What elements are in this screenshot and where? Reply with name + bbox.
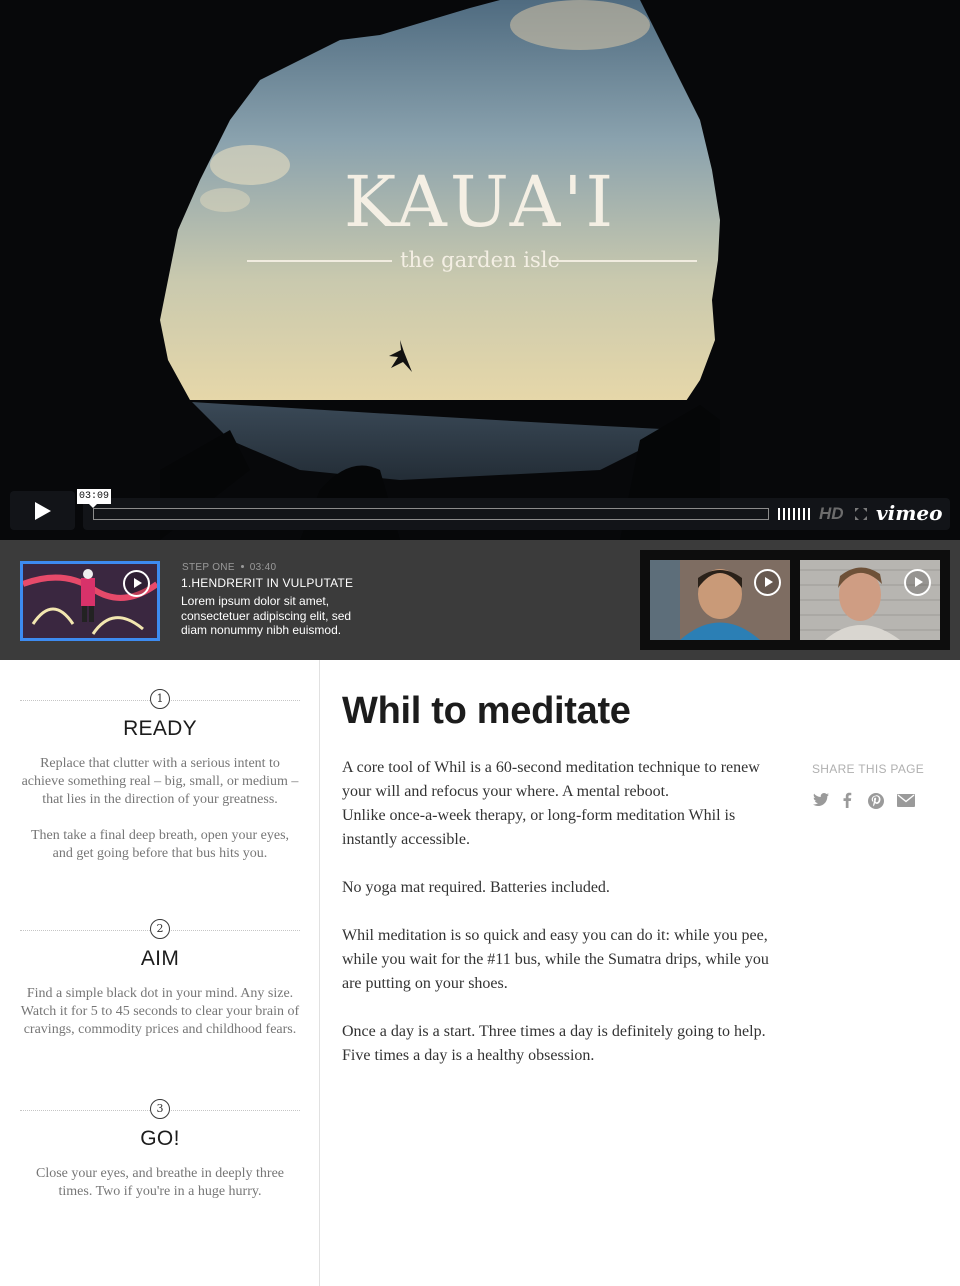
paragraph: A core tool of Whil is a 60-second medit… [342, 759, 760, 800]
play-icon [123, 570, 150, 597]
play-button[interactable] [10, 491, 75, 530]
playlist-upcoming [640, 550, 950, 650]
time-tooltip: 03:09 [77, 489, 111, 508]
steps-sidebar: 1 READY Replace that clutter with a seri… [0, 660, 320, 1286]
share-icons [812, 792, 922, 812]
paragraph: Whil meditation is so quick and easy you… [342, 927, 769, 992]
play-icon [754, 569, 781, 596]
playlist-item-description: Lorem ipsum dolor sit amet, consectetuer… [181, 594, 352, 637]
paragraph: Once a day is a start. Three times a day… [342, 1023, 766, 1064]
twitter-icon[interactable] [812, 792, 830, 808]
playlist-thumb-boy[interactable] [650, 560, 790, 640]
video-subtitle: the garden isle [400, 248, 560, 272]
step-ready: 1 READY Replace that clutter with a seri… [20, 689, 300, 863]
playlist-thumb-man[interactable] [800, 560, 940, 640]
video-player[interactable]: KAUA'I the garden isle HD vimeo 03:09 [0, 0, 960, 540]
step-heading: READY [123, 717, 197, 740]
article-body: A core tool of Whil is a 60-second medit… [342, 756, 782, 1068]
fullscreen-icon[interactable] [854, 507, 868, 521]
email-icon[interactable] [897, 794, 915, 807]
paragraph: Unlike once-a-week therapy, or long-form… [342, 807, 736, 848]
step-text: Then take a final deep breath, open your… [30, 828, 290, 861]
volume-icon[interactable] [778, 508, 812, 520]
step-number: 2 [150, 919, 170, 939]
step-go: 3 GO! Close your eyes, and breathe in de… [20, 1099, 300, 1201]
pinterest-icon[interactable] [867, 792, 885, 810]
facebook-icon[interactable] [842, 792, 852, 808]
step-text: Find a simple black dot in your mind. An… [20, 986, 300, 1037]
vimeo-logo[interactable]: vimeo [876, 501, 942, 525]
paragraph: No yoga mat required. Batteries included… [342, 879, 610, 896]
progress-bar[interactable] [93, 508, 769, 520]
page-title: Whil to meditate [342, 690, 631, 732]
title-rule-right [552, 260, 697, 262]
playlist-meta: STEP ONE 03:40 [182, 562, 276, 573]
playlist-thumb-active[interactable] [20, 561, 160, 641]
play-icon [904, 569, 931, 596]
step-heading: AIM [140, 947, 180, 970]
share-label: SHARE THIS PAGE [812, 762, 925, 776]
step-text: Replace that clutter with a serious inte… [21, 756, 299, 807]
step-heading: GO! [140, 1127, 180, 1150]
step-number: 1 [150, 689, 170, 709]
playlist-strip [0, 540, 960, 660]
play-icon [35, 502, 51, 520]
step-aim: 2 AIM Find a simple black dot in your mi… [20, 919, 300, 1039]
video-title: KAUA'I [343, 161, 617, 243]
meta-separator [240, 564, 244, 568]
playlist-item-title[interactable]: 1.HENDRERIT IN VULPUTATE [181, 576, 353, 590]
step-duration: 03:40 [249, 562, 277, 573]
step-text: Close your eyes, and breathe in deeply t… [35, 1166, 285, 1199]
step-number: 3 [150, 1099, 170, 1119]
hd-toggle[interactable]: HD [819, 504, 844, 524]
step-label: STEP ONE [182, 562, 235, 573]
control-bar: HD vimeo [83, 498, 950, 530]
title-rule-left [247, 260, 392, 262]
